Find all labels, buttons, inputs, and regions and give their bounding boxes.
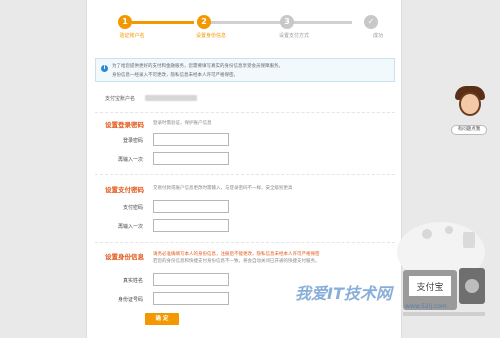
identity-desc-line-2: 若您的身份信息和快捷支付身份信息不一致，将会自动关闭已开通的快捷支付服务。: [153, 259, 320, 264]
help-avatar[interactable]: [459, 92, 481, 116]
id-number-input[interactable]: [153, 292, 229, 305]
notice-line-1: 为了给您提供更好的支付和金融服务，您需要填写真实的身份信息享受会员保障服务。: [112, 64, 283, 69]
step-4-label: 成功: [372, 33, 383, 39]
step-2-badge: 2: [197, 15, 211, 29]
watermark: 我爱IT技术网: [295, 284, 392, 303]
pay-password-confirm-input[interactable]: [153, 219, 229, 232]
id-number-label: 身份证号码: [117, 297, 143, 303]
step-2-label: 设置身份信息: [195, 33, 226, 39]
step-4-check-icon: ✓: [364, 15, 378, 29]
pay-password-section: 设置支付密码 交易付款或账户信息更改时需输入，与登录密码不一样，安全级别更高 支…: [95, 174, 395, 242]
login-password-confirm-label: 再输入一次: [117, 157, 143, 163]
pay-password-label: 支付密码: [122, 205, 143, 211]
info-icon: i: [101, 65, 108, 72]
notice-box: i 为了给您提供更好的支付和金融服务，您需要填写真实的身份信息享受会员保障服务。…: [95, 58, 395, 82]
pay-password-desc: 交易付款或账户信息更改时需输入，与登录密码不一样，安全级别更高: [153, 186, 293, 191]
identity-title: 设置身份信息: [105, 253, 144, 261]
step-3-label: 设置支付方式: [278, 33, 309, 39]
help-button[interactable]: 有问题点我: [451, 125, 487, 135]
illustration-brand-text: 支付宝: [416, 281, 443, 293]
identity-desc-line-1: 请务必准确填写本人的身份信息，注册后不能更改，隐私信息未经本人许可严格保密: [153, 252, 320, 257]
step-1-label: 验证账户名: [119, 33, 145, 39]
account-name-value-masked: [145, 95, 197, 101]
login-password-label: 登录密码: [122, 138, 143, 144]
pay-password-title: 设置支付密码: [105, 186, 144, 194]
account-name-label: 支付宝账户名: [105, 96, 136, 102]
real-name-input[interactable]: [153, 273, 229, 286]
login-password-section: 设置登录密码 登录时需验证，保护账户信息 登录密码 再输入一次: [95, 112, 395, 174]
progress-steps: 1 验证账户名 2 设置身份信息 3 设置支付方式 ✓ 成功: [87, 10, 403, 46]
step-1-badge: 1: [118, 15, 132, 29]
real-name-label: 真实姓名: [122, 278, 143, 284]
login-password-desc: 登录时需验证，保护账户信息: [153, 121, 212, 126]
notice-line-2: 身份信息一经录入不可更改，隐私信息未经本人许可严格保密。: [112, 73, 238, 78]
step-3-badge: 3: [280, 15, 294, 29]
watermark-url: www.52ij.com: [405, 303, 447, 310]
pay-password-confirm-label: 再输入一次: [117, 224, 143, 230]
pay-password-input[interactable]: [153, 200, 229, 213]
login-password-title: 设置登录密码: [105, 121, 144, 129]
login-password-confirm-input[interactable]: [153, 152, 229, 165]
progress-line-done: [132, 21, 194, 24]
login-password-input[interactable]: [153, 133, 229, 146]
submit-button[interactable]: 确 定: [145, 313, 179, 325]
alipay-wallet-illustration: 支付宝: [397, 222, 485, 316]
